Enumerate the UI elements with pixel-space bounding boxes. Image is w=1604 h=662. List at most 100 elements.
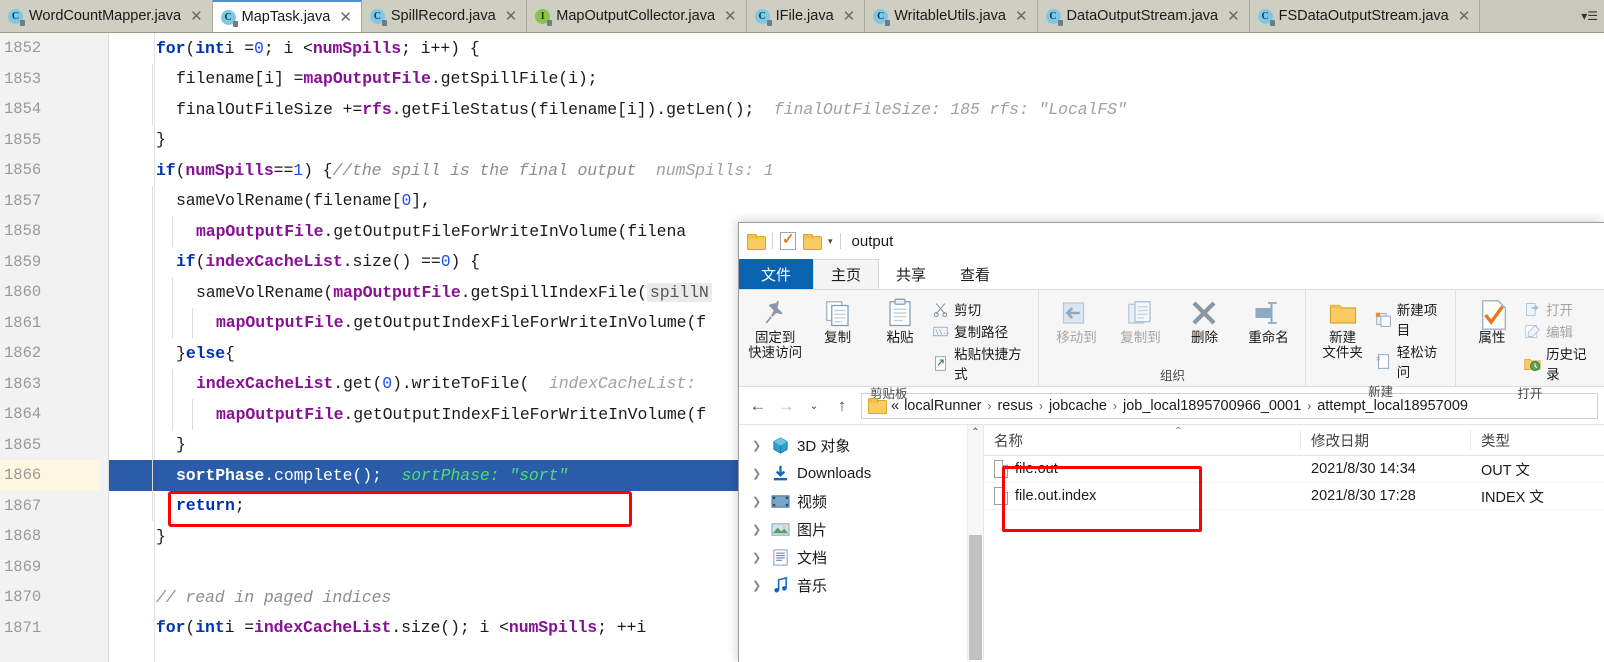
ribbon-tab-共享[interactable]: 共享 (879, 259, 943, 289)
ribbon-button-edit[interactable]: 编辑 (1524, 321, 1598, 341)
scroll-up-icon[interactable]: ⌃ (968, 427, 983, 438)
code-line[interactable]: 1853 filename[i] = mapOutputFile .getSpill… (0, 63, 1604, 94)
ribbon-tab-文件[interactable]: 文件 (739, 259, 814, 289)
close-icon[interactable]: ✕ (1227, 9, 1240, 24)
editor-tab-maptask[interactable]: C MapTask.java ✕ (212, 0, 362, 32)
file-list-pane: ⌃ 名称 修改日期 类型 file.out 2021/8/30 14:34 OUT 文f… (984, 425, 1604, 659)
column-header-name[interactable]: 名称 (984, 430, 1301, 450)
chevron-right-icon[interactable]: ❯ (752, 495, 764, 508)
code-text: mapOutputFile .getOutputFileForWriteInVol… (196, 221, 687, 241)
nav-item-music[interactable]: ❯ 音乐 (739, 571, 983, 599)
ribbon-button-new-folder[interactable]: 新建 文件夹 (1312, 294, 1372, 360)
ribbon-group-打开: 属性 打开 编辑 历史记录 打开 (1454, 290, 1604, 401)
ribbon-button-label: 剪切 (954, 303, 982, 318)
ribbon-button-paste[interactable]: 粘贴 (870, 294, 930, 345)
code-line[interactable]: 1855} (0, 125, 1604, 156)
close-icon[interactable]: ✕ (505, 9, 518, 24)
editor-tab-mapoutputcollector[interactable]: I MapOutputCollector.java ✕ (527, 0, 747, 32)
ribbon-button-history[interactable]: 历史记录 (1524, 343, 1598, 383)
editor-tab-writableutils[interactable]: C WritableUtils.java ✕ (865, 0, 1038, 32)
chevron-right-icon[interactable]: ❯ (752, 579, 764, 592)
ribbon-button-delete-x[interactable]: 删除 (1173, 294, 1235, 345)
ribbon-tab-查看[interactable]: 查看 (943, 259, 1007, 289)
nav-item-videos[interactable]: ❯ 视频 (739, 487, 983, 515)
nav-item-label: 3D 对象 (797, 437, 851, 455)
code-text: indexCacheList .get(0).writeToFile( index… (196, 374, 696, 394)
ribbon-button-paste-shortcut[interactable]: 粘贴快捷方式 (932, 343, 1032, 383)
ribbon-button-copy-to[interactable]: 复制到 (1109, 294, 1171, 345)
ribbon-button-copy-path[interactable]: \\.. 复制路径 (932, 321, 1032, 341)
3d-object-icon (771, 436, 790, 455)
nav-item-documents[interactable]: ❯ 文档 (739, 543, 983, 571)
ribbon-button-open[interactable]: 打开 (1524, 299, 1598, 319)
ribbon-tab-主页[interactable]: 主页 (813, 259, 880, 289)
code-line[interactable]: 1852 for(int i = 0; i < numSpills; i++) { (0, 33, 1604, 64)
chevron-right-icon: › (1038, 398, 1043, 413)
code-line[interactable]: 1857 sameVolRename(filename[0], (0, 185, 1604, 216)
file-name-label: file.out.index (1015, 488, 1097, 504)
chevron-right-icon[interactable]: ❯ (752, 439, 764, 452)
videos-icon (771, 492, 790, 511)
nav-item-3d-object[interactable]: ❯ 3D 对象 (739, 431, 983, 459)
ribbon-button-easy-access[interactable]: 轻松访问 (1375, 341, 1449, 381)
scrollbar-thumb[interactable] (969, 535, 982, 660)
editor-tab-wordcountmapper[interactable]: C WordCountMapper.java ✕ (0, 0, 213, 32)
ribbon-button-scissors[interactable]: 剪切 (932, 299, 1032, 319)
nav-scrollbar[interactable]: ⌃ (967, 425, 983, 660)
file-list-header: ⌃ 名称 修改日期 类型 (984, 425, 1604, 456)
ribbon-button-copy[interactable]: 复制 (807, 294, 867, 345)
downloads-icon (771, 464, 790, 483)
close-icon[interactable]: ✕ (339, 10, 352, 25)
line-number: 1864 (4, 405, 42, 424)
column-header-date[interactable]: 修改日期 (1301, 430, 1471, 450)
file-explorer-window[interactable]: ▾ output 文件主页共享查看 固定到快速访问 复制 粘贴 剪切 \\.. 复制路径粘… (738, 222, 1604, 662)
chevron-right-icon[interactable]: ❯ (752, 523, 764, 536)
close-icon[interactable]: ✕ (190, 9, 203, 24)
chevron-right-icon[interactable]: ❯ (752, 467, 764, 480)
tab-overflow-button[interactable]: ▾☰ (1575, 0, 1604, 32)
history-icon (1524, 355, 1541, 372)
chevron-right-icon[interactable]: ❯ (752, 551, 764, 564)
ribbon-group-label: 剪贴板 (869, 387, 908, 401)
ribbon-button-properties[interactable]: 属性 (1462, 294, 1522, 345)
nav-item-downloads[interactable]: ❯ Downloads (739, 459, 983, 487)
ribbon-button-new-item[interactable]: 新建项目 (1375, 299, 1449, 339)
line-number: 1857 (4, 191, 42, 210)
code-text: mapOutputFile .getOutputIndexFileForWrite… (216, 313, 707, 333)
navigation-pane: ❯ 3D 对象 ❯ Downloads ❯ 视频 ❯ 图片 ❯ 文档 ❯ 音乐 ⌃ (739, 425, 984, 660)
editor-tab-dataoutputstream[interactable]: C DataOutputStream.java ✕ (1037, 0, 1250, 32)
breadcrumb-item[interactable]: jobcache (1049, 398, 1107, 414)
code-line[interactable]: 1856 if (numSpills == 1) { //the spill is… (0, 155, 1604, 186)
line-number: 1858 (4, 222, 42, 241)
code-text: if (numSpills == 1) { //the spill is the… (156, 160, 774, 180)
properties-checkbox-icon[interactable] (780, 230, 796, 250)
file-row[interactable]: file.out 2021/8/30 14:34 OUT 文 (984, 456, 1604, 483)
file-name-cell[interactable]: file.out (984, 460, 1301, 478)
code-text: sameVolRename(mapOutputFile .getSpillInde… (196, 277, 712, 308)
ribbon-button-label: 复制 (824, 330, 852, 345)
close-icon[interactable]: ✕ (1458, 9, 1471, 24)
line-number: 1870 (4, 588, 42, 607)
code-line[interactable]: 1854 finalOutFileSize += rfs .getFileStatu… (0, 94, 1604, 125)
close-icon[interactable]: ✕ (1015, 9, 1028, 24)
sort-ascending-icon: ⌃ (1174, 426, 1183, 437)
breadcrumb-item[interactable]: job_local1895700966_0001 (1123, 398, 1301, 414)
editor-tab-label: WritableUtils.java (894, 8, 1006, 24)
editor-tab-label: DataOutputStream.java (1066, 8, 1219, 24)
nav-item-pictures[interactable]: ❯ 图片 (739, 515, 983, 543)
editor-tab-ifile[interactable]: C IFile.java ✕ (746, 0, 866, 32)
ribbon-button-pin[interactable]: 固定到 快速访问 (745, 294, 805, 360)
file-name-cell[interactable]: file.out.index (984, 487, 1301, 505)
line-number: 1854 (4, 100, 42, 119)
ribbon-button-move-to[interactable]: 移动到 (1045, 294, 1107, 345)
ribbon-button-rename[interactable]: 重命名 (1237, 294, 1299, 345)
chevron-down-icon[interactable]: ▾ (828, 236, 833, 247)
close-icon[interactable]: ✕ (724, 9, 737, 24)
editor-tab-fsdataoutputstream[interactable]: C FSDataOutputStream.java ✕ (1249, 0, 1481, 32)
file-row[interactable]: file.out.index 2021/8/30 17:28 INDEX 文 (984, 483, 1604, 510)
editor-tab-spillrecord[interactable]: C SpillRecord.java ✕ (361, 0, 528, 32)
edit-icon (1524, 323, 1541, 340)
close-icon[interactable]: ✕ (843, 9, 856, 24)
column-header-type[interactable]: 类型 (1471, 430, 1591, 450)
new-folder-icon[interactable] (803, 233, 822, 250)
